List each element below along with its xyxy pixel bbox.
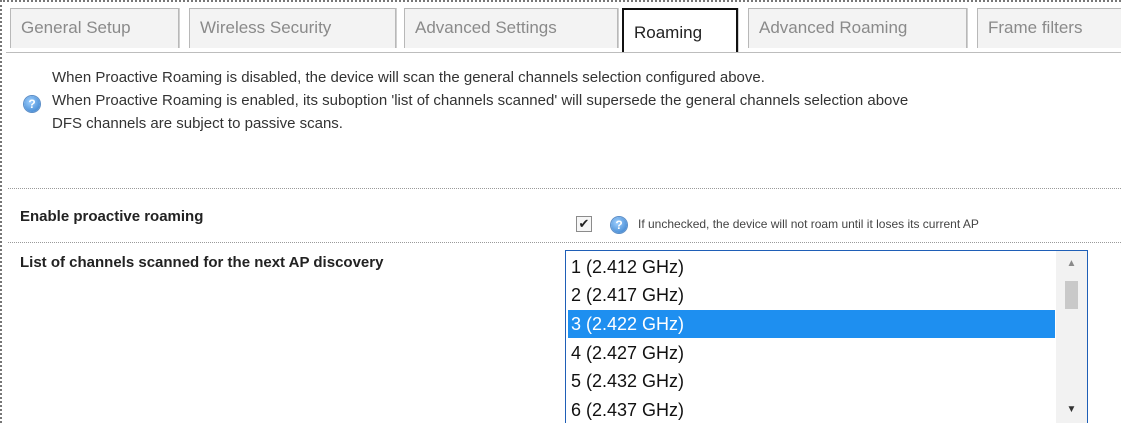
help-icon[interactable]: ? [611,217,627,233]
help-icon[interactable]: ? [24,96,40,112]
channel-option-selected[interactable]: 3 (2.422 GHz) [568,310,1055,338]
notice-line: DFS channels are subject to passive scan… [52,115,343,132]
scroll-up-arrow-icon[interactable]: ▲ [1056,253,1087,275]
channel-option[interactable]: 2 (2.417 GHz) [568,281,1055,309]
tab-advanced-roaming[interactable]: Advanced Roaming [748,8,967,48]
tab-wireless-security[interactable]: Wireless Security [189,8,396,48]
channel-option[interactable]: 1 (2.412 GHz) [568,253,1055,281]
section-divider [8,188,1121,189]
tab-frame-filters[interactable]: Frame filters [977,8,1121,48]
channels-label: List of channels scanned for the next AP… [20,254,384,271]
channel-option[interactable]: 6 (2.437 GHz) [568,396,1055,423]
tab-general-setup[interactable]: General Setup [10,8,179,48]
proactive-roaming-row: Enable proactive roaming ✔ ? If unchecke… [10,198,1121,238]
scrollbar-thumb[interactable] [1065,281,1078,309]
tab-advanced-settings[interactable]: Advanced Settings [404,8,618,48]
notice-line: When Proactive Roaming is enabled, its s… [52,92,909,109]
tab-roaming[interactable]: Roaming [622,8,738,52]
proactive-roaming-label: Enable proactive roaming [20,208,204,225]
channels-listbox[interactable]: 1 (2.412 GHz) 2 (2.417 GHz) 3 (2.422 GHz… [565,250,1088,423]
row-divider [8,242,1121,243]
channel-option[interactable]: 5 (2.432 GHz) [568,367,1055,395]
notice-line: When Proactive Roaming is disabled, the … [52,69,765,86]
tab-divider [6,52,1121,53]
roaming-notice: When Proactive Roaming is disabled, the … [52,66,908,135]
proactive-roaming-checkbox[interactable]: ✔ [576,216,592,232]
proactive-roaming-hint: If unchecked, the device will not roam u… [638,217,979,231]
channel-option[interactable]: 4 (2.427 GHz) [568,339,1055,367]
listbox-scrollbar[interactable]: ▲ ▼ [1056,251,1087,423]
scroll-down-arrow-icon[interactable]: ▼ [1056,399,1087,421]
